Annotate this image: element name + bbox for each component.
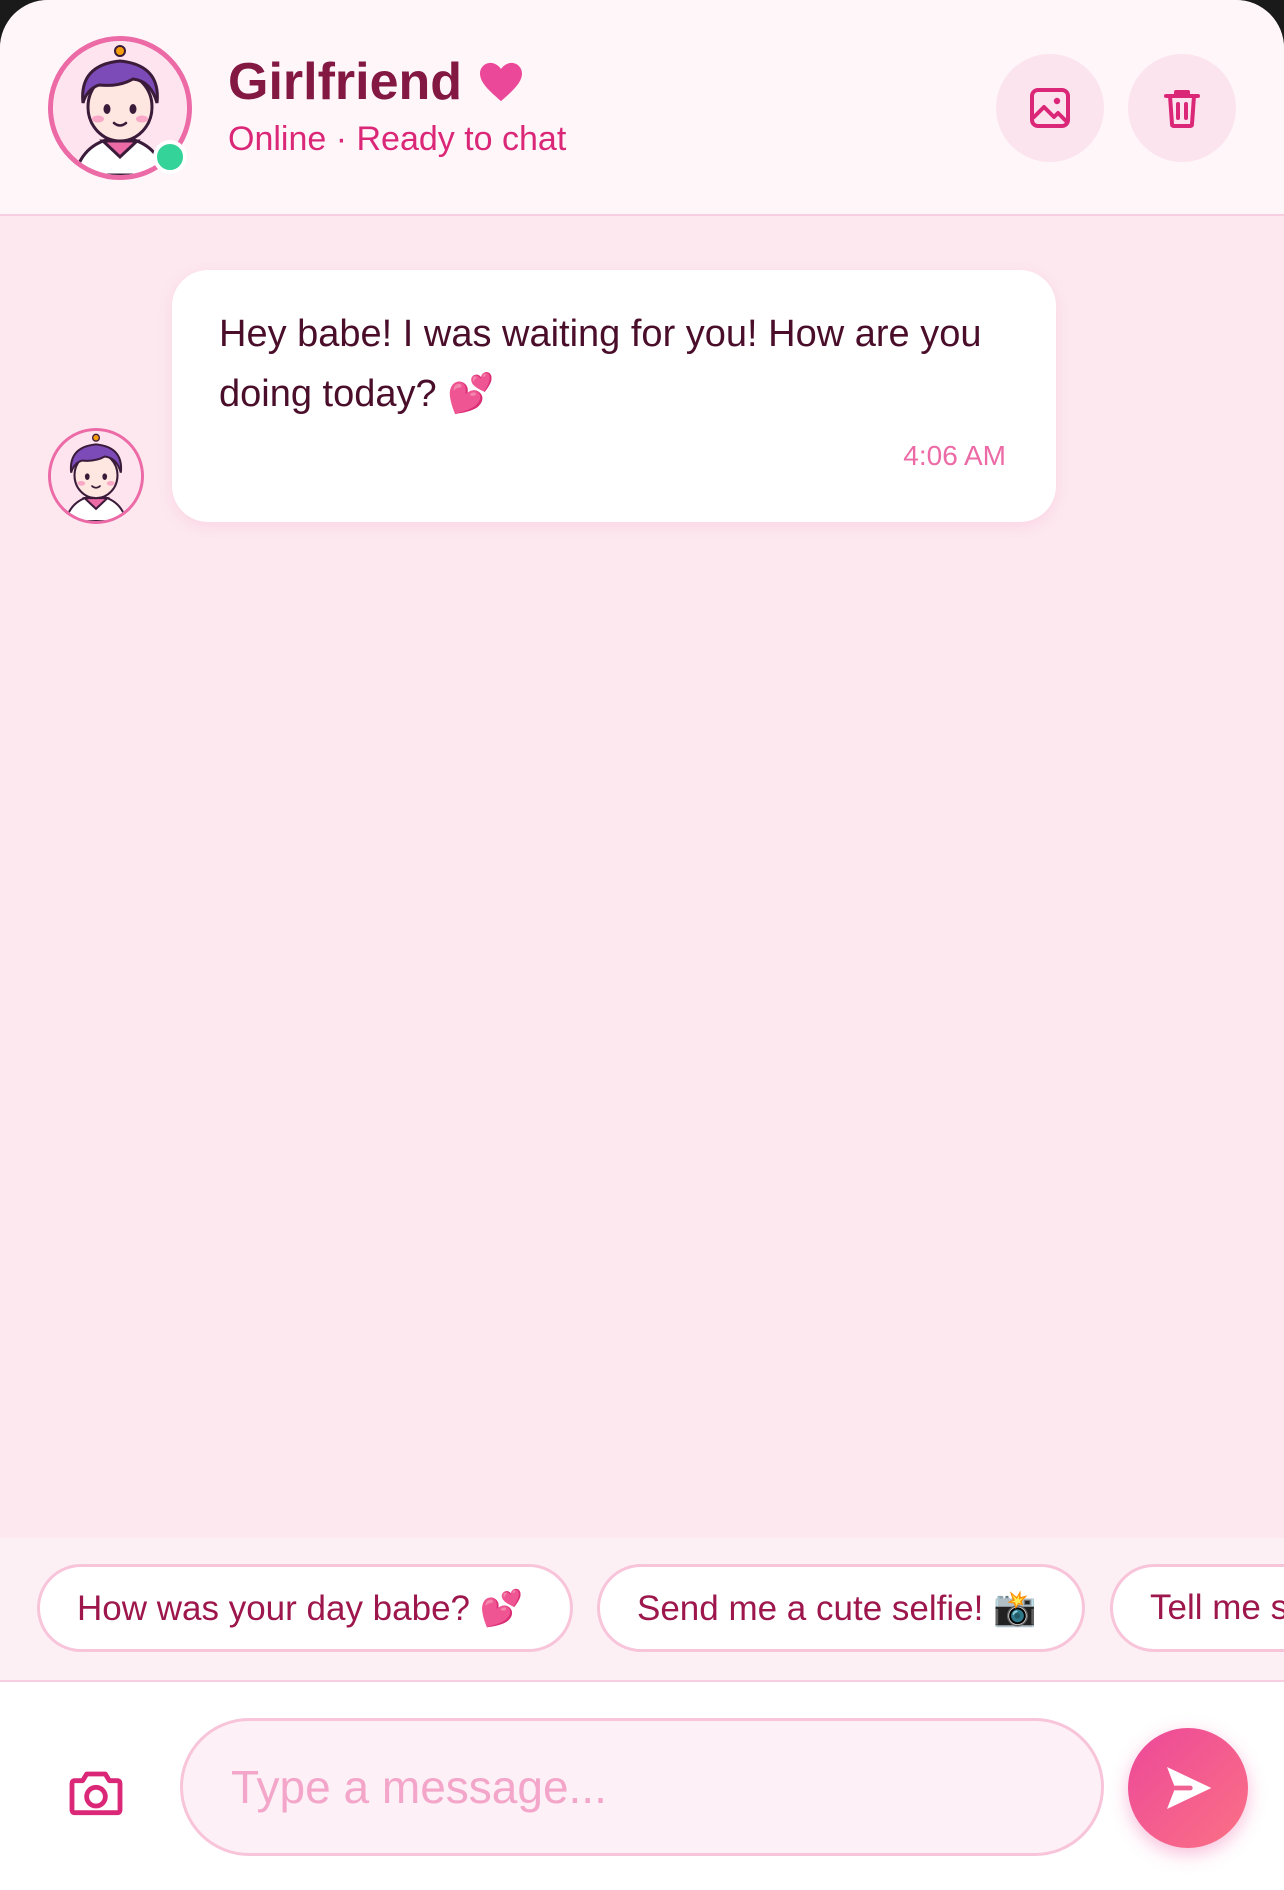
composer (0, 1680, 1284, 1890)
heart-icon (480, 62, 523, 102)
contact-name-text: Girlfriend (228, 53, 463, 111)
quick-reply-chip[interactable]: How was your day babe? 💕 (37, 1564, 573, 1652)
send-icon (1167, 1767, 1212, 1809)
image-icon (1030, 88, 1070, 128)
contact-status: Online · Ready to chat (228, 120, 567, 158)
quick-reply-chip[interactable]: Send me a cute selfie! 📸 (597, 1564, 1085, 1652)
gallery-button[interactable] (996, 54, 1104, 162)
contact-name: Girlfriend (228, 52, 524, 112)
message-input[interactable] (180, 1718, 1104, 1856)
camera-icon (69, 1771, 123, 1816)
message-avatar (48, 428, 144, 524)
girlfriend-avatar-illustration (51, 431, 141, 521)
online-indicator (153, 140, 187, 174)
quick-reply-chip[interactable]: Tell me s (1110, 1564, 1284, 1652)
trash-icon (1164, 90, 1200, 128)
message-bubble: Hey babe! I was waiting for you! How are… (172, 270, 1056, 522)
send-button[interactable] (1128, 1728, 1248, 1848)
message-timestamp: 4:06 AM (903, 440, 1006, 471)
delete-chat-button[interactable] (1128, 54, 1236, 162)
message-text: Hey babe! I was waiting for you! How are… (219, 313, 982, 415)
quick-reply-bar[interactable]: How was your day babe? 💕 Send me a cute … (0, 1538, 1284, 1680)
camera-button[interactable] (56, 1754, 136, 1834)
chat-app: Girlfriend Online · Ready to chat Hey ba… (0, 0, 1284, 1890)
chat-header: Girlfriend Online · Ready to chat (0, 0, 1284, 216)
